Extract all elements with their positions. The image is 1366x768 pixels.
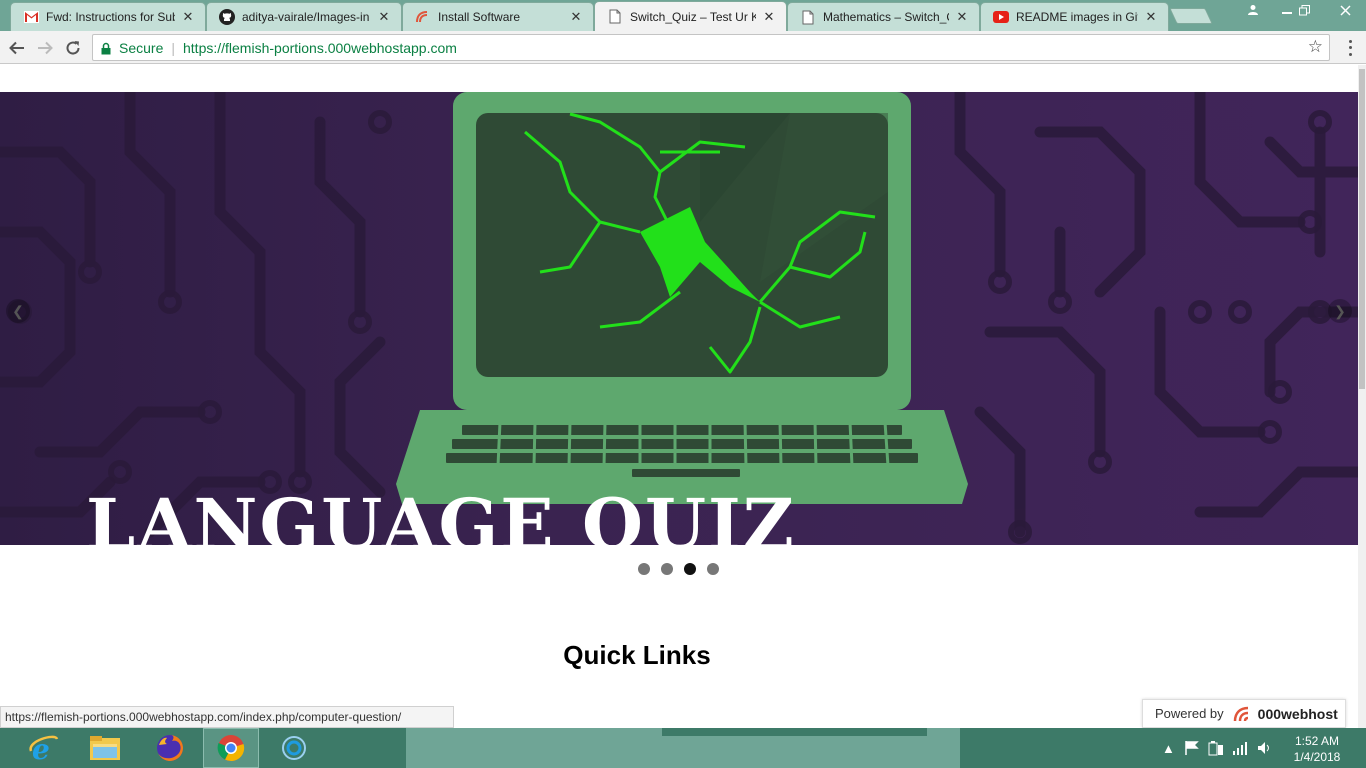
circuit-laptop-illustration [0,92,1358,544]
site-icon [415,9,431,25]
browser-toolbar: Secure | https://flemish-portions.000web… [0,31,1366,64]
network-signal-icon[interactable] [1232,728,1248,768]
youtube-icon [993,9,1009,25]
close-icon[interactable]: ✕ [377,9,391,25]
battery-icon[interactable] [1208,728,1224,768]
profile-icon[interactable] [1236,0,1270,20]
restore-icon[interactable] [1287,0,1321,20]
carousel-next-button[interactable]: ❯ [1328,299,1352,323]
file-explorer-icon[interactable] [77,728,133,768]
divider: | [171,39,175,56]
tab-readme-youtube[interactable]: README images in Githu ✕ [980,2,1169,31]
tab-install-software[interactable]: Install Software ✕ [402,2,594,31]
carousel-dot-active[interactable] [684,563,696,575]
hero-caption: LANGUAGE QUIZ [86,483,796,546]
clock-time: 1:52 AM [1294,734,1340,748]
carousel-dot[interactable] [638,563,650,575]
carousel-indicators [638,563,719,575]
tab-gmail[interactable]: Fwd: Instructions for Sub ✕ [10,2,206,31]
back-icon[interactable] [6,37,28,59]
lock-icon [101,42,111,54]
tray-chevron-icon[interactable]: ▲ [1162,728,1175,768]
hero-carousel: ❮ ❯ LANGUAGE QUIZ [0,92,1358,545]
section-heading: Quick Links [563,640,711,670]
github-icon [219,9,235,25]
bookmark-star-icon[interactable]: ☆ [1308,37,1323,57]
status-bar-url: https://flemish-portions.000webhostapp.c… [0,706,454,728]
close-icon[interactable]: ✕ [1144,9,1158,25]
reload-icon[interactable] [62,37,84,59]
scrollbar-thumb[interactable] [1359,69,1365,389]
tab-github[interactable]: aditya-vairale/Images-in ✕ [206,2,402,31]
forward-icon[interactable] [34,37,56,59]
tab-title: Install Software [438,10,521,24]
page-icon [800,9,816,25]
url-text[interactable]: https://flemish-portions.000webhostapp.c… [183,40,457,56]
tab-title: Fwd: Instructions for Sub [46,10,175,24]
close-icon[interactable]: ✕ [762,9,776,25]
webhost-logo-icon [1232,705,1254,723]
powered-by-brand: 000webhost [1257,705,1338,722]
volume-icon[interactable] [1257,728,1273,768]
page-scrollbar[interactable] [1358,65,1366,728]
gmail-icon [23,9,39,25]
taskbar-empty-area [406,728,960,768]
carousel-prev-button[interactable]: ❮ [6,299,30,323]
internet-explorer-icon[interactable]: e [16,728,72,768]
address-bar[interactable]: Secure | https://flemish-portions.000web… [92,34,1330,61]
tab-title: aditya-vairale/Images-in [242,10,370,24]
action-center-flag-icon[interactable] [1184,728,1200,768]
carousel-dot[interactable] [707,563,719,575]
cortana-icon[interactable] [266,728,322,768]
powered-by-badge[interactable]: Powered by 000webhost [1142,699,1346,728]
clock-date: 1/4/2018 [1293,750,1341,764]
browser-menu-icon[interactable] [1343,38,1357,58]
close-icon[interactable]: ✕ [569,9,583,25]
chrome-icon[interactable] [203,728,259,768]
powered-by-label: Powered by [1155,706,1224,721]
tab-title: README images in Githu [1016,10,1138,24]
system-clock[interactable]: 1:52 AM 1/4/2018 [1286,733,1348,765]
tab-title: Switch_Quiz – Test Ur Kn [630,9,756,24]
tab-switch-quiz[interactable]: Switch_Quiz – Test Ur Kn ✕ [594,1,787,31]
window-close-icon[interactable] [1325,0,1366,20]
tab-title: Mathematics – Switch_Q [823,10,949,24]
firefox-icon[interactable] [142,728,198,768]
close-icon[interactable]: ✕ [955,9,969,25]
secure-label: Secure [119,39,164,56]
close-icon[interactable]: ✕ [181,9,195,25]
page-icon [607,9,623,25]
tab-mathematics[interactable]: Mathematics – Switch_Q ✕ [787,2,980,31]
carousel-dot[interactable] [661,563,673,575]
windows-taskbar: e ▲ 1:52 AM 1/4/2018 [0,728,1366,768]
new-tab-button[interactable] [1169,8,1213,24]
tab-strip: Fwd: Instructions for Sub ✕ aditya-vaira… [0,0,1366,31]
page-content: ❮ ❯ LANGUAGE QUIZ Quick Links [0,65,1358,728]
